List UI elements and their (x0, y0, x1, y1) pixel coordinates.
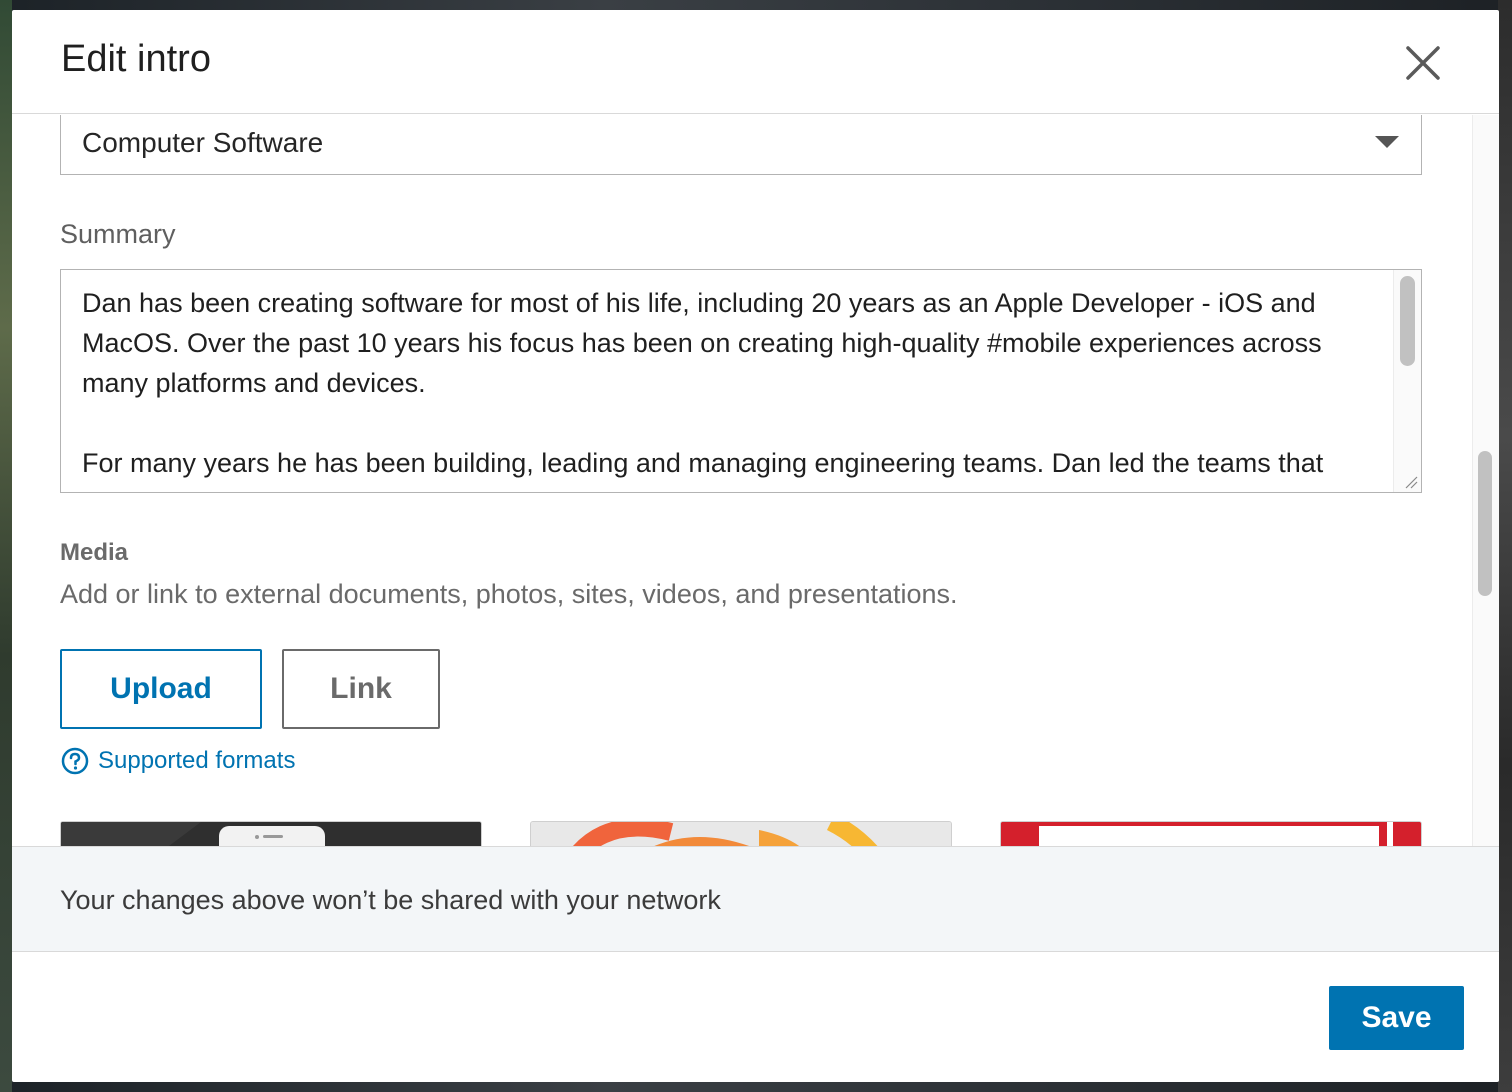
summary-scrollbar-thumb[interactable] (1400, 276, 1415, 366)
logo-image (531, 822, 951, 846)
edit-intro-dialog: Edit intro Computer Software Summary Dan… (12, 10, 1499, 1082)
save-button[interactable]: Save (1329, 986, 1464, 1050)
close-icon (1406, 46, 1440, 80)
summary-scrollbar[interactable] (1393, 270, 1421, 492)
summary-textarea[interactable]: Dan has been creating software for most … (60, 269, 1422, 493)
dialog-body[interactable]: Computer Software Summary Dan has been c… (12, 115, 1499, 846)
summary-label: Summary (60, 219, 176, 249)
chevron-down-icon (1375, 136, 1399, 148)
supported-formats-link[interactable]: Supported formats (60, 745, 295, 777)
media-thumbnail[interactable] (1000, 821, 1422, 846)
backdrop-left-edge (0, 0, 12, 1092)
summary-text: Dan has been creating software for most … (82, 288, 1324, 478)
dialog-title: Edit intro (61, 38, 211, 80)
link-button[interactable]: Link (282, 649, 440, 729)
media-description: Add or link to external documents, photo… (60, 579, 958, 609)
upload-button[interactable]: Upload (60, 649, 262, 729)
close-button[interactable] (1400, 40, 1446, 86)
share-notice: Your changes above won’t be shared with … (12, 846, 1499, 952)
media-thumbnail[interactable] (530, 821, 952, 846)
industry-select-value: Computer Software (82, 127, 324, 158)
media-thumbnail[interactable] (60, 821, 482, 846)
resize-handle-icon[interactable] (1404, 475, 1418, 489)
industry-select[interactable]: Computer Software (60, 115, 1422, 175)
dialog-scrollbar-thumb[interactable] (1478, 451, 1492, 596)
phone-image (61, 822, 481, 846)
help-circle-icon (61, 747, 89, 775)
backdrop-right-edge (1498, 0, 1512, 1092)
poster-image (1001, 822, 1421, 846)
media-heading: Media (60, 539, 129, 566)
share-notice-text: Your changes above won’t be shared with … (60, 885, 721, 915)
supported-formats-label: Supported formats (98, 747, 296, 774)
dialog-header: Edit intro (12, 10, 1499, 114)
